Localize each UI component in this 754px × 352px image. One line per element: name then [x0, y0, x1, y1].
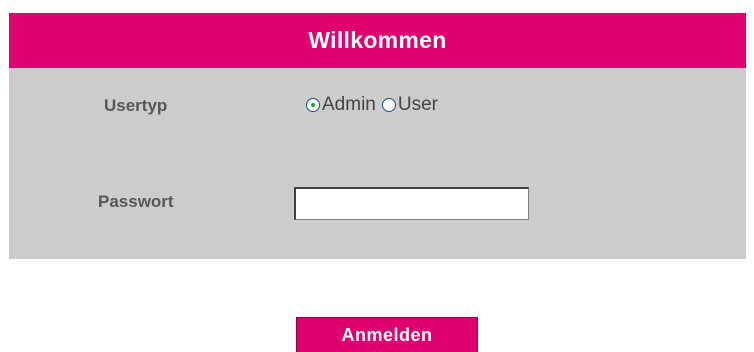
password-label: Passwort [98, 192, 174, 211]
login-button-label: Anmelden [341, 325, 433, 345]
login-panel: Willkommen Usertyp Admin User Passwort [9, 13, 746, 259]
login-form: Usertyp Admin User Passwort [9, 68, 746, 259]
radio-admin[interactable]: Admin [306, 94, 376, 116]
login-button[interactable]: Anmelden [296, 317, 478, 352]
password-field[interactable] [294, 187, 529, 220]
radio-user-indicator[interactable] [381, 98, 396, 112]
panel-header: Willkommen [9, 13, 746, 68]
radio-user[interactable]: User [381, 94, 438, 116]
page-title: Willkommen [308, 27, 447, 53]
usertype-radio-group: Admin User [306, 94, 438, 116]
login-page: Willkommen Usertyp Admin User Passwort A… [0, 0, 754, 352]
radio-user-label[interactable]: User [398, 94, 438, 116]
radio-admin-indicator[interactable] [306, 98, 320, 112]
usertype-label: Usertyp [104, 96, 168, 115]
radio-admin-label[interactable]: Admin [322, 94, 376, 116]
